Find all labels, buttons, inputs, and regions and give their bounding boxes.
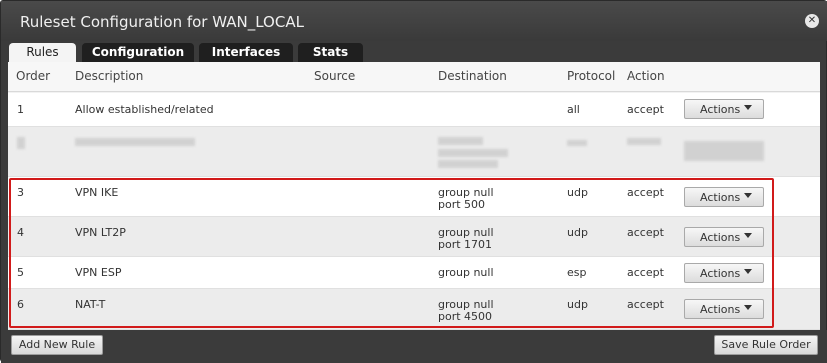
row-order: 1 — [17, 103, 24, 116]
close-icon[interactable]: ✕ — [805, 14, 819, 28]
actions-label: Actions — [700, 303, 741, 316]
header-order[interactable]: Order — [16, 69, 50, 83]
save-rule-order-button[interactable]: Save Rule Order — [714, 335, 818, 355]
caret-down-icon — [744, 305, 752, 310]
table-header: Order Description Source Destination Pro… — [8, 62, 820, 92]
tab-rules[interactable]: Rules — [9, 43, 76, 63]
table-row[interactable]: 3 VPN IKE group null port 500 udp accept… — [8, 177, 820, 217]
row-action: accept — [627, 298, 664, 311]
table-row[interactable]: 5 VPN ESP group null esp accept Actions — [8, 257, 820, 289]
actions-label: Actions — [700, 267, 741, 280]
caret-down-icon — [744, 233, 752, 238]
obscured-button — [684, 141, 764, 161]
row-protocol: esp — [567, 266, 587, 279]
actions-dropdown-button[interactable]: Actions — [684, 299, 764, 319]
obscured-text — [438, 160, 498, 168]
tab-stats[interactable]: Stats — [298, 43, 363, 63]
row-description: NAT-T — [75, 298, 106, 311]
header-description[interactable]: Description — [75, 69, 143, 83]
dialog-titlebar: Ruleset Configuration for WAN_LOCAL ✕ — [1, 1, 827, 41]
header-destination[interactable]: Destination — [438, 69, 507, 83]
row-action: accept — [627, 186, 664, 199]
row-description: VPN IKE — [75, 186, 119, 199]
obscured-text — [75, 138, 195, 146]
row-destination-port: port 4500 — [438, 310, 493, 323]
table-row[interactable]: 4 VPN LT2P group null port 1701 udp acce… — [8, 217, 820, 257]
caret-down-icon — [744, 105, 752, 110]
row-order: 4 — [17, 226, 24, 239]
caret-down-icon — [744, 269, 752, 274]
row-action: accept — [627, 266, 664, 279]
row-description: VPN ESP — [75, 266, 122, 279]
obscured-text — [567, 140, 587, 146]
obscured-text — [17, 137, 25, 149]
dialog-footer: Add New Rule Save Rule Order — [1, 330, 827, 363]
table-row[interactable]: 1 Allow established/related all accept A… — [8, 93, 820, 127]
row-action: accept — [627, 103, 664, 116]
actions-dropdown-button[interactable]: Actions — [684, 263, 764, 283]
ruleset-dialog: Ruleset Configuration for WAN_LOCAL ✕ Ru… — [0, 0, 827, 363]
row-order: 3 — [17, 186, 24, 199]
obscured-text — [438, 137, 483, 145]
row-protocol: udp — [567, 298, 588, 311]
obscured-text — [438, 149, 508, 157]
row-order: 6 — [17, 298, 24, 311]
row-description: Allow established/related — [75, 103, 214, 116]
rules-table: Order Description Source Destination Pro… — [8, 62, 820, 330]
row-destination-group: group null — [438, 266, 494, 279]
table-row-obscured[interactable] — [8, 127, 820, 177]
add-new-rule-button[interactable]: Add New Rule — [11, 335, 103, 355]
actions-label: Actions — [700, 103, 741, 116]
row-destination-port: port 1701 — [438, 238, 493, 251]
actions-label: Actions — [700, 231, 741, 244]
header-action[interactable]: Action — [627, 69, 665, 83]
row-description: VPN LT2P — [75, 226, 126, 239]
caret-down-icon — [744, 193, 752, 198]
table-row[interactable]: 6 NAT-T group null port 4500 udp accept … — [8, 289, 820, 330]
actions-dropdown-button[interactable]: Actions — [684, 187, 764, 207]
header-source[interactable]: Source — [314, 69, 355, 83]
row-action: accept — [627, 226, 664, 239]
header-protocol[interactable]: Protocol — [567, 69, 615, 83]
tab-configuration[interactable]: Configuration — [82, 43, 194, 63]
tab-interfaces[interactable]: Interfaces — [199, 43, 293, 63]
dialog-title: Ruleset Configuration for WAN_LOCAL — [20, 13, 304, 31]
actions-label: Actions — [700, 191, 741, 204]
row-order: 5 — [17, 266, 24, 279]
row-protocol: udp — [567, 226, 588, 239]
actions-dropdown-button[interactable]: Actions — [684, 227, 764, 247]
row-protocol: all — [567, 103, 580, 116]
row-destination-port: port 500 — [438, 198, 486, 211]
row-protocol: udp — [567, 186, 588, 199]
actions-dropdown-button[interactable]: Actions — [684, 99, 764, 119]
obscured-text — [627, 138, 661, 145]
